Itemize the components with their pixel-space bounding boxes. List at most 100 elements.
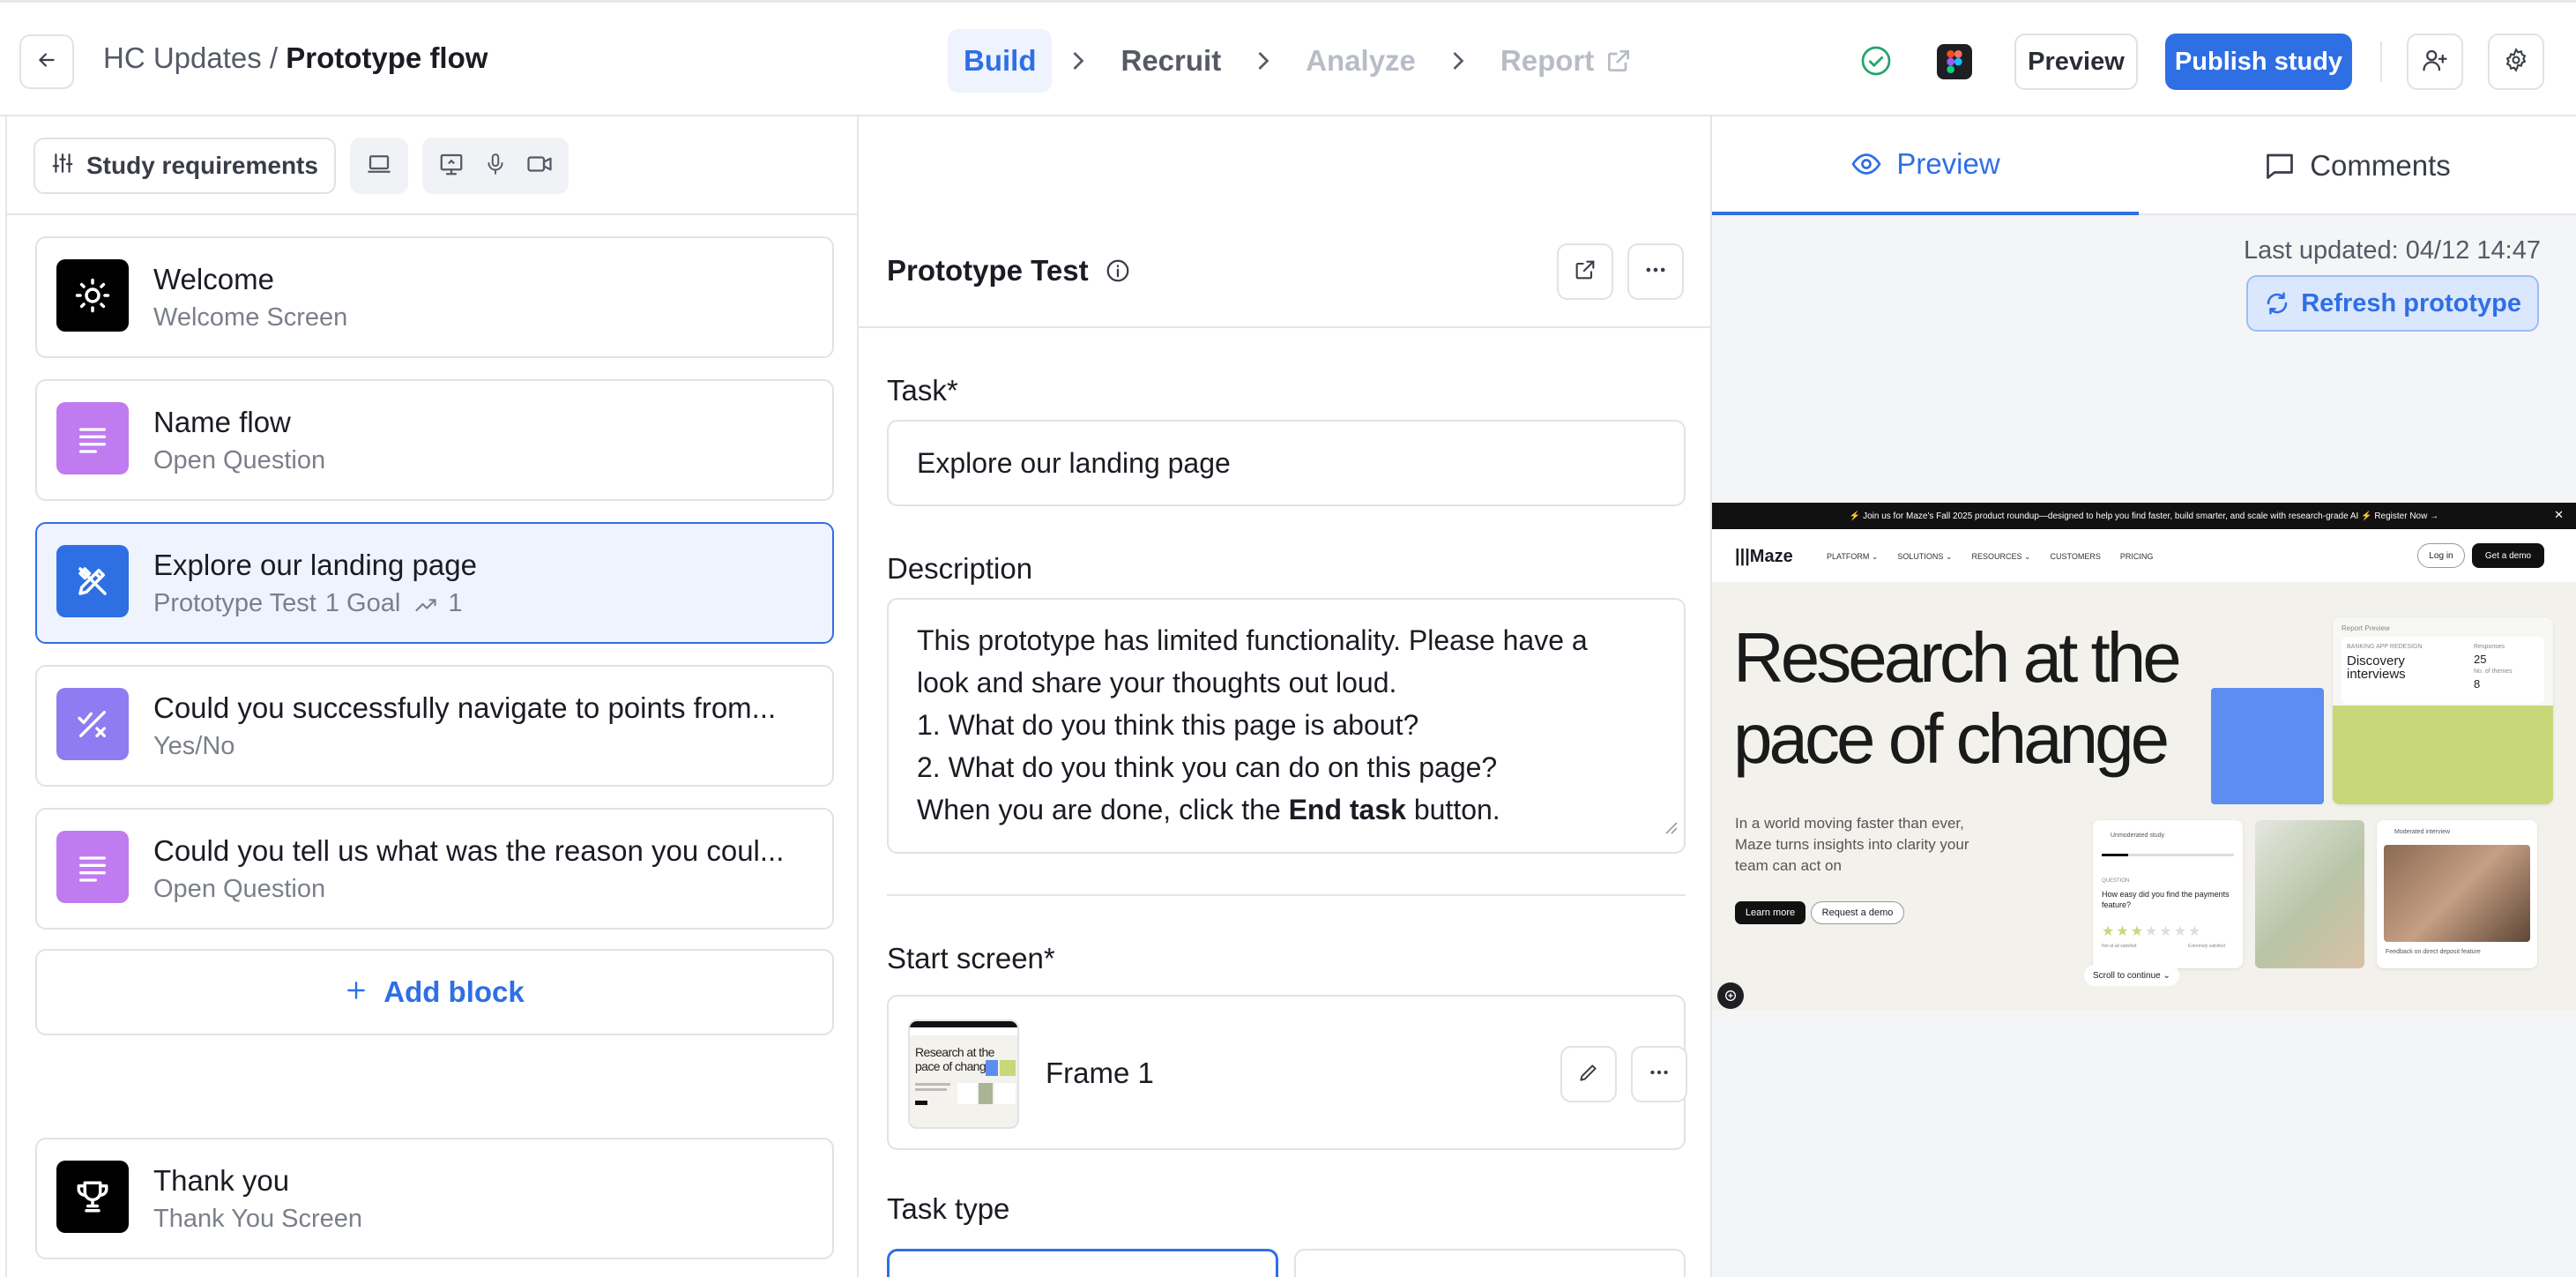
yes-no-icon <box>56 688 129 760</box>
site-nav-item[interactable]: SOLUTIONS ⌄ <box>1897 552 1952 562</box>
scale-high: Extremely satisfied <box>2188 944 2225 949</box>
info-icon[interactable] <box>1105 258 1131 284</box>
tab-preview[interactable]: Preview <box>1712 116 2139 215</box>
arrow-left-icon <box>35 49 58 76</box>
prototype-preview[interactable]: ⚡ Join us for Maze's Fall 2025 product r… <box>1712 503 2576 1011</box>
gear-icon <box>2504 47 2528 77</box>
sliders-icon <box>51 152 74 181</box>
step-report[interactable]: Report <box>1485 29 1649 93</box>
block-editor: Prototype Test Task* Explore our landing… <box>859 116 1712 1277</box>
screen-share-icon <box>438 151 465 182</box>
block-explore-landing-page[interactable]: Explore our landing page Prototype Test … <box>35 522 834 644</box>
text-lines-icon <box>56 402 129 474</box>
block-type-label: Open Question <box>153 446 326 474</box>
block-title: Could you successfully navigate to point… <box>153 691 777 724</box>
settings-button[interactable] <box>2488 34 2544 90</box>
back-button[interactable] <box>19 34 74 89</box>
more-horizontal-icon <box>1643 258 1668 287</box>
step-analyze[interactable]: Analyze <box>1290 29 1432 93</box>
block-name-flow[interactable]: Name flow Open Question <box>35 379 834 501</box>
block-type-label: Thank You Screen <box>153 1205 363 1233</box>
more-options-button[interactable] <box>1627 243 1684 300</box>
add-block-button[interactable]: Add block <box>35 949 834 1035</box>
laptop-icon <box>366 151 392 182</box>
block-type: Open Question <box>153 875 325 904</box>
preview-tabs: Preview Comments <box>1712 116 2576 215</box>
site-demo-button[interactable]: Get a demo <box>2472 543 2544 568</box>
site-learn-more-button[interactable]: Learn more <box>1735 901 1805 924</box>
camera-icon <box>526 151 553 182</box>
open-prototype-button[interactable] <box>1557 243 1613 300</box>
task-type-option-selected[interactable] <box>887 1249 1278 1277</box>
task-type-option[interactable] <box>1294 1249 1686 1277</box>
moderated-interview-card: Moderated interview Feedback on direct d… <box>2377 820 2537 968</box>
path-count: 1 <box>448 589 463 617</box>
description-text: When you are done, click the <box>917 794 1281 825</box>
start-screen-card[interactable]: Research at the pace of change Frame 1 <box>887 995 1687 1150</box>
figma-icon[interactable] <box>1937 44 1972 79</box>
block-type-label: Open Question <box>153 875 326 903</box>
study-requirements-button[interactable]: Study requirements <box>34 138 336 194</box>
site-login-button[interactable]: Log in <box>2417 543 2465 568</box>
refresh-prototype-button[interactable]: Refresh prototype <box>2246 275 2539 332</box>
step-recruit[interactable]: Recruit <box>1105 29 1237 93</box>
top-bar: HC Updates / Prototype flow Build Recrui… <box>0 0 2576 116</box>
block-welcome[interactable]: Welcome Welcome Screen <box>35 236 834 358</box>
description-line: This prototype has limited functionality… <box>917 624 1588 656</box>
green-illustration <box>2333 706 2553 804</box>
check-circle-icon <box>1860 45 1892 81</box>
svg-text:pace of change: pace of change <box>915 1059 993 1073</box>
description-line: 2. What do you think you can do on this … <box>917 751 1498 783</box>
responses-value: 25 <box>2474 653 2487 666</box>
block-title: Welcome <box>153 263 274 295</box>
site-nav-item[interactable]: CUSTOMERS <box>2051 552 2101 562</box>
site-logo: |||Maze <box>1735 547 1793 567</box>
text-lines-icon <box>56 831 129 903</box>
breadcrumb-parent[interactable]: HC Updates / <box>103 41 278 74</box>
requirements-bar: Study requirements <box>34 138 569 194</box>
description-textarea[interactable]: This prototype has limited functionality… <box>887 598 1686 854</box>
invite-user-button[interactable] <box>2407 34 2463 90</box>
comment-icon <box>2264 150 2296 182</box>
path-icon <box>413 592 439 616</box>
microphone-icon <box>484 151 507 182</box>
resize-handle-icon[interactable] <box>1663 804 1679 847</box>
trophy-icon <box>56 1161 129 1233</box>
eye-icon <box>1850 148 1882 180</box>
block-yes-no[interactable]: Could you successfully navigate to point… <box>35 665 834 787</box>
site-nav-links: PLATFORM ⌄ SOLUTIONS ⌄ RESOURCES ⌄ CUSTO… <box>1827 552 2153 562</box>
site-nav-item[interactable]: PRICING <box>2120 552 2154 562</box>
editor-title-label: Prototype Test <box>887 254 1089 287</box>
site-nav-item[interactable]: PLATFORM ⌄ <box>1827 552 1878 562</box>
preview-button[interactable]: Preview <box>2014 34 2138 90</box>
close-icon[interactable]: ✕ <box>2554 508 2564 522</box>
maze-badge-icon[interactable] <box>1717 982 1744 1009</box>
step-report-label: Report <box>1500 44 1595 77</box>
edit-frame-button[interactable] <box>1560 1046 1617 1102</box>
star-rating: ★★★★★★★ <box>2102 924 2203 939</box>
publish-study-button[interactable]: Publish study <box>2165 34 2352 90</box>
device-chip[interactable] <box>349 138 408 194</box>
task-input[interactable]: Explore our landing page <box>887 420 1686 506</box>
prototype-icon <box>56 545 129 617</box>
block-type: Yes/No <box>153 732 235 761</box>
step-build[interactable]: Build <box>948 29 1053 93</box>
report-preview-label: Report Preview <box>2341 624 2390 632</box>
tab-comments[interactable]: Comments <box>2139 116 2576 215</box>
report-summary: BANKING APP REDESIGN Discovery interview… <box>2341 637 2544 704</box>
description-bold-text: End task <box>1288 794 1406 825</box>
editor-title: Prototype Test <box>887 254 1131 288</box>
block-open-question[interactable]: Could you tell us what was the reason yo… <box>35 808 834 930</box>
hero-line: Research at the <box>1733 618 2182 697</box>
recording-chip[interactable] <box>421 138 569 194</box>
editor-header: Prototype Test <box>859 116 1712 328</box>
sun-icon <box>56 259 129 332</box>
block-thank-you[interactable]: Thank you Thank You Screen <box>35 1138 834 1259</box>
blocks-panel: Study requirements Welcome Welcome Scree… <box>5 116 859 1277</box>
site-nav-item[interactable]: RESOURCES ⌄ <box>1971 552 2030 562</box>
frame-more-button[interactable] <box>1631 1046 1687 1102</box>
task-type-label: Task type <box>887 1192 1010 1225</box>
scroll-hint: Scroll to continue ⌄ <box>2084 965 2179 986</box>
chevron-right-icon <box>1061 50 1096 71</box>
site-request-demo-button[interactable]: Request a demo <box>1811 901 1904 924</box>
